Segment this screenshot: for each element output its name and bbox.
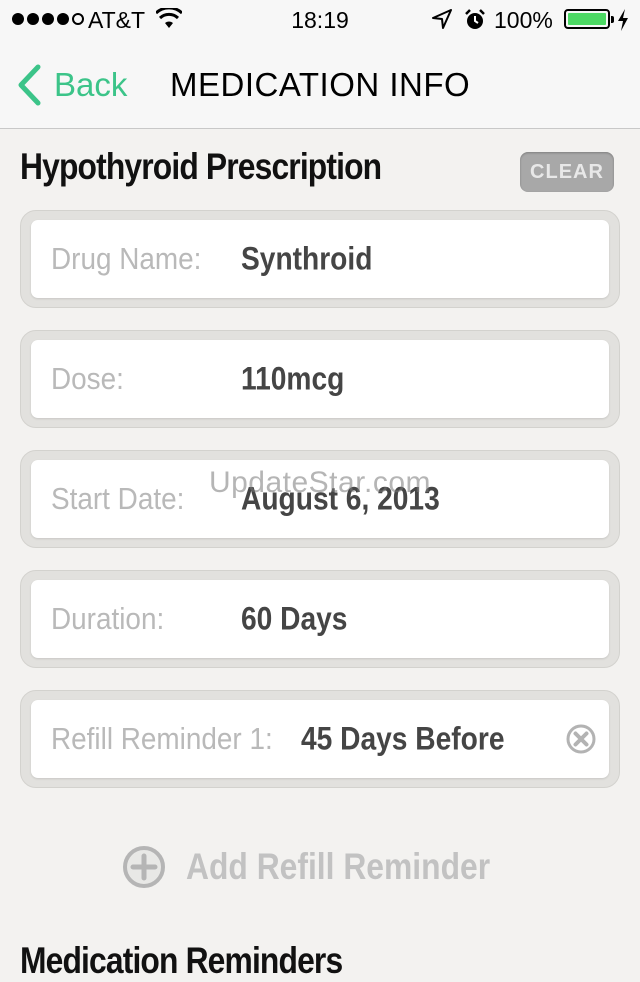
- remove-reminder-icon[interactable]: [565, 723, 597, 755]
- chevron-left-icon: [18, 64, 41, 106]
- dose-input[interactable]: Dose: 110mcg: [31, 340, 609, 418]
- start-date-input[interactable]: Start Date: August 6, 2013: [31, 460, 609, 538]
- field-label: Dose:: [51, 361, 124, 396]
- field-value: 60 Days: [241, 600, 348, 637]
- navigation-bar: Back MEDICATION INFO: [0, 40, 640, 129]
- drug-name-field: Drug Name: Synthroid: [20, 210, 620, 308]
- dose-field: Dose: 110mcg: [20, 330, 620, 428]
- section-title: Hypothyroid Prescription: [20, 146, 382, 187]
- status-bar: AT&T 18:19 100%: [0, 0, 640, 40]
- battery-percentage: 100%: [494, 7, 553, 33]
- page-title: MEDICATION INFO: [170, 66, 471, 103]
- field-label: Refill Reminder 1:: [51, 721, 273, 756]
- field-label: Drug Name:: [51, 241, 202, 276]
- field-value: 110mcg: [241, 360, 345, 397]
- add-refill-label: Add Refill Reminder: [186, 846, 491, 887]
- back-button[interactable]: Back: [16, 64, 127, 106]
- start-date-field: Start Date: August 6, 2013: [20, 450, 620, 548]
- clear-button[interactable]: CLEAR: [520, 152, 614, 192]
- field-value: August 6, 2013: [241, 480, 440, 517]
- field-label: Duration:: [51, 601, 165, 636]
- next-section-title: Medication Reminders: [20, 940, 343, 981]
- field-value: Synthroid: [241, 240, 373, 277]
- add-refill-reminder-button[interactable]: Add Refill Reminder: [122, 845, 540, 889]
- field-value: 45 Days Before: [301, 720, 505, 757]
- charging-bolt-icon: [618, 9, 628, 31]
- alarm-clock-icon: [465, 9, 485, 29]
- refill-reminder-input[interactable]: Refill Reminder 1: 45 Days Before: [31, 700, 609, 778]
- plus-circle-icon: [123, 846, 165, 888]
- battery-icon: [564, 9, 614, 29]
- duration-input[interactable]: Duration: 60 Days: [31, 580, 609, 658]
- field-label: Start Date:: [51, 481, 185, 516]
- location-arrow-icon: [432, 9, 452, 29]
- back-label: Back: [54, 66, 128, 103]
- drug-name-input[interactable]: Drug Name: Synthroid: [31, 220, 609, 298]
- refill-reminder-field: Refill Reminder 1: 45 Days Before: [20, 690, 620, 788]
- duration-field: Duration: 60 Days: [20, 570, 620, 668]
